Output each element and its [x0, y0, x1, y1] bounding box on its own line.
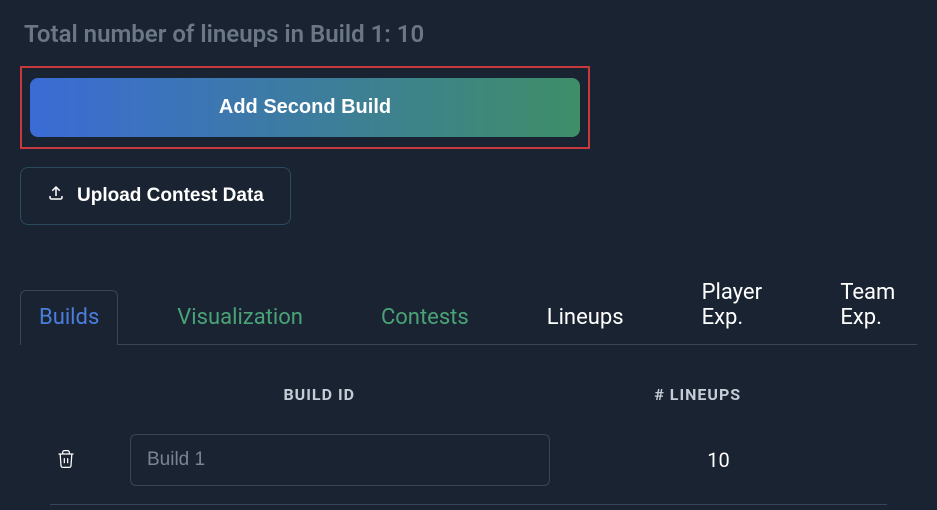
page-title: Total number of lineups in Build 1: 10 — [24, 20, 917, 48]
build-id-input[interactable] — [130, 434, 550, 486]
add-second-build-button[interactable]: Add Second Build — [30, 78, 580, 137]
builds-table: BUILD ID # LINEUPS 10 — [20, 385, 917, 505]
column-header-build-id: BUILD ID — [130, 385, 509, 404]
tab-builds[interactable]: Builds — [20, 290, 118, 345]
tab-lineups[interactable]: Lineups — [528, 290, 643, 344]
tab-contests[interactable]: Contests — [362, 290, 488, 344]
upload-icon — [47, 184, 65, 208]
trash-icon — [56, 458, 76, 473]
upload-contest-data-button[interactable]: Upload Contest Data — [20, 167, 291, 225]
tab-team-exp[interactable]: Team Exp. — [821, 265, 917, 344]
table-header: BUILD ID # LINEUPS — [50, 385, 887, 404]
tab-visualization[interactable]: Visualization — [158, 290, 322, 344]
table-row: 10 — [50, 434, 887, 505]
column-header-lineups: # LINEUPS — [509, 385, 888, 404]
lineups-count: 10 — [707, 448, 729, 472]
upload-button-label: Upload Contest Data — [77, 185, 264, 207]
highlight-box: Add Second Build — [20, 66, 590, 149]
tab-player-exp[interactable]: Player Exp. — [683, 265, 782, 344]
tabs-container: Builds Visualization Contests Lineups Pl… — [20, 265, 917, 345]
delete-build-button[interactable] — [50, 442, 82, 479]
